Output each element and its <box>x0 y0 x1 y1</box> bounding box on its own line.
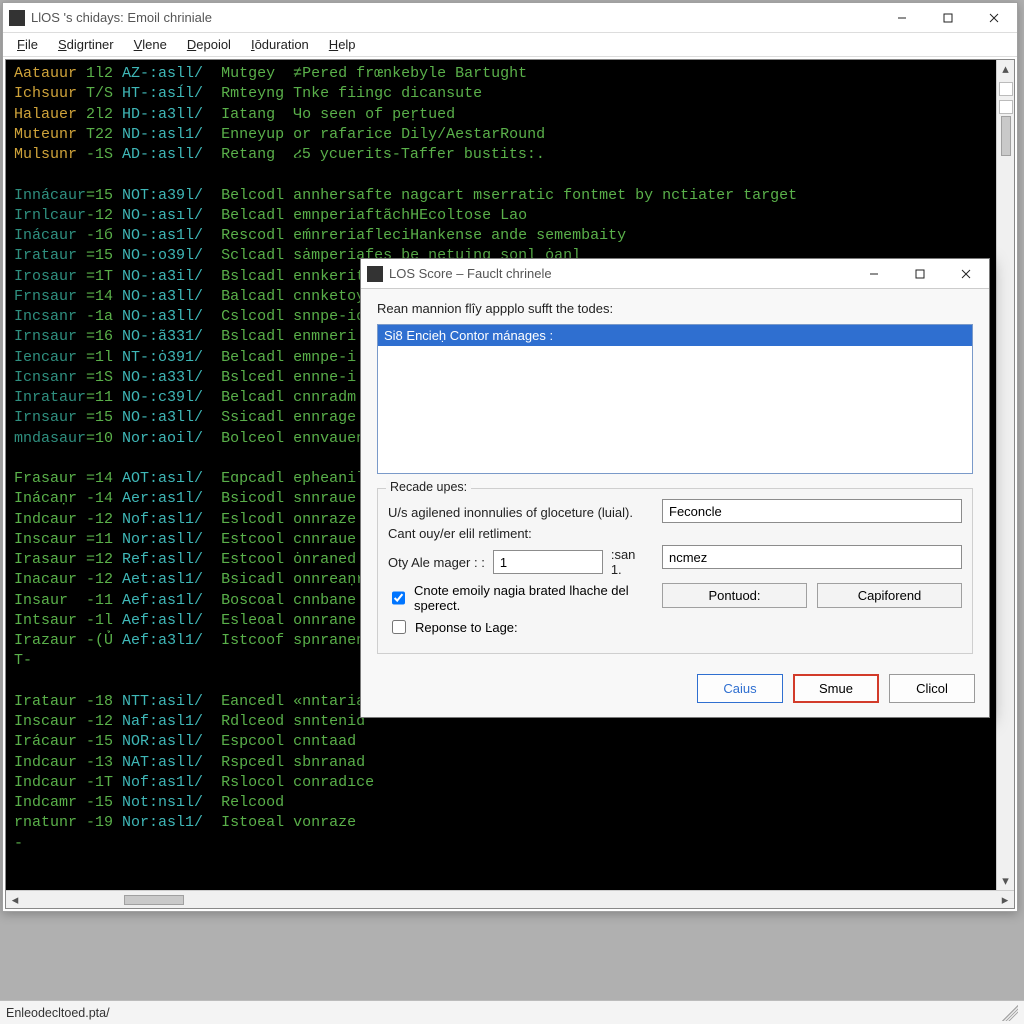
scroll-up-icon[interactable]: ▴ <box>997 60 1014 78</box>
statusbar-path: Enleodecltoed.pta/ <box>6 1006 110 1020</box>
menu-depoiol[interactable]: Depoiol <box>179 35 239 54</box>
group-title: Recade upes: <box>386 480 471 494</box>
oty-input[interactable] <box>493 550 603 574</box>
resize-grip-icon[interactable] <box>1002 1005 1018 1021</box>
pontuod-button[interactable]: Pontuod: <box>662 583 807 608</box>
dialog-close-button[interactable] <box>943 259 989 288</box>
dialog-maximize-button[interactable] <box>897 259 943 288</box>
menu-help[interactable]: Help <box>321 35 364 54</box>
scroll-thumb-h[interactable] <box>124 895 184 905</box>
close-button[interactable] <box>971 3 1017 32</box>
menu-sdigrtiner[interactable]: Sdigrtiner <box>50 35 122 54</box>
menubar: FileSdigrtinerVleneDepoiolIōdurationHelp <box>3 33 1017 57</box>
scroll-thumb[interactable] <box>1001 116 1011 156</box>
dialog-window: LOS Score – Fauclt chrinele Rean mannion… <box>360 258 990 718</box>
checkbox-reponse-label: Reponse to Ŀage: <box>415 620 518 635</box>
list-item[interactable]: Si8 Encieḥ Contor mánages : <box>378 325 972 346</box>
dialog-prompt: Rean mannion flîy appplo sufft the todes… <box>377 301 973 316</box>
scroll-left-icon[interactable]: ◂ <box>6 891 24 908</box>
menu-vlene[interactable]: Vlene <box>126 35 175 54</box>
clicol-button[interactable]: Clicol <box>889 674 975 703</box>
menu-iōduration[interactable]: Iōduration <box>243 35 317 54</box>
app-icon <box>9 10 25 26</box>
caius-button[interactable]: Caius <box>697 674 783 703</box>
minimize-button[interactable] <box>879 3 925 32</box>
scroll-down-icon[interactable]: ▾ <box>997 872 1014 890</box>
app-icon <box>367 266 383 282</box>
maximize-button[interactable] <box>925 3 971 32</box>
ncmez-input[interactable] <box>662 545 962 569</box>
options-group: Recade upes: U/s agilened inonnulies of … <box>377 488 973 654</box>
dialog-minimize-button[interactable] <box>851 259 897 288</box>
desc-label-1: U/s agilened inonnulies of gloceture (lu… <box>388 505 648 520</box>
desc-label-2: Cant ouy/er elil retliment: <box>388 526 648 541</box>
dialog-titlebar[interactable]: LOS Score – Fauclt chrinele <box>361 259 989 289</box>
horizontal-scrollbar[interactable]: ◂ ▸ <box>6 890 1014 908</box>
dialog-title: LOS Score – Fauclt chrinele <box>389 266 851 281</box>
main-window-title: LlOS 's chidays: Emoil chriniale <box>31 10 879 25</box>
checkbox-emoily[interactable]: Cnote emoily nagia brated lhache del spe… <box>388 583 648 613</box>
target-listbox[interactable]: Si8 Encieḥ Contor mánages : <box>377 324 973 474</box>
smue-button[interactable]: Smue <box>793 674 879 703</box>
capiforend-button[interactable]: Capiforend <box>817 583 962 608</box>
scroll-mark <box>999 82 1013 96</box>
checkbox-reponse[interactable]: Reponse to Ŀage: <box>388 617 648 637</box>
checkbox-reponse-input[interactable] <box>392 620 406 634</box>
menu-file[interactable]: File <box>9 35 46 54</box>
san-label: :san 1. <box>611 547 648 577</box>
scroll-mark <box>999 100 1013 114</box>
checkbox-emoily-input[interactable] <box>392 591 405 605</box>
checkbox-emoily-label: Cnote emoily nagia brated lhache del spe… <box>414 583 648 613</box>
vertical-scrollbar[interactable]: ▴ ▾ <box>996 60 1014 890</box>
main-titlebar[interactable]: LlOS 's chidays: Emoil chriniale <box>3 3 1017 33</box>
scroll-right-icon[interactable]: ▸ <box>996 891 1014 908</box>
statusbar: Enleodecltoed.pta/ <box>0 1000 1024 1024</box>
oty-label: Oty Ale mager : : <box>388 555 485 570</box>
feconcle-input[interactable] <box>662 499 962 523</box>
